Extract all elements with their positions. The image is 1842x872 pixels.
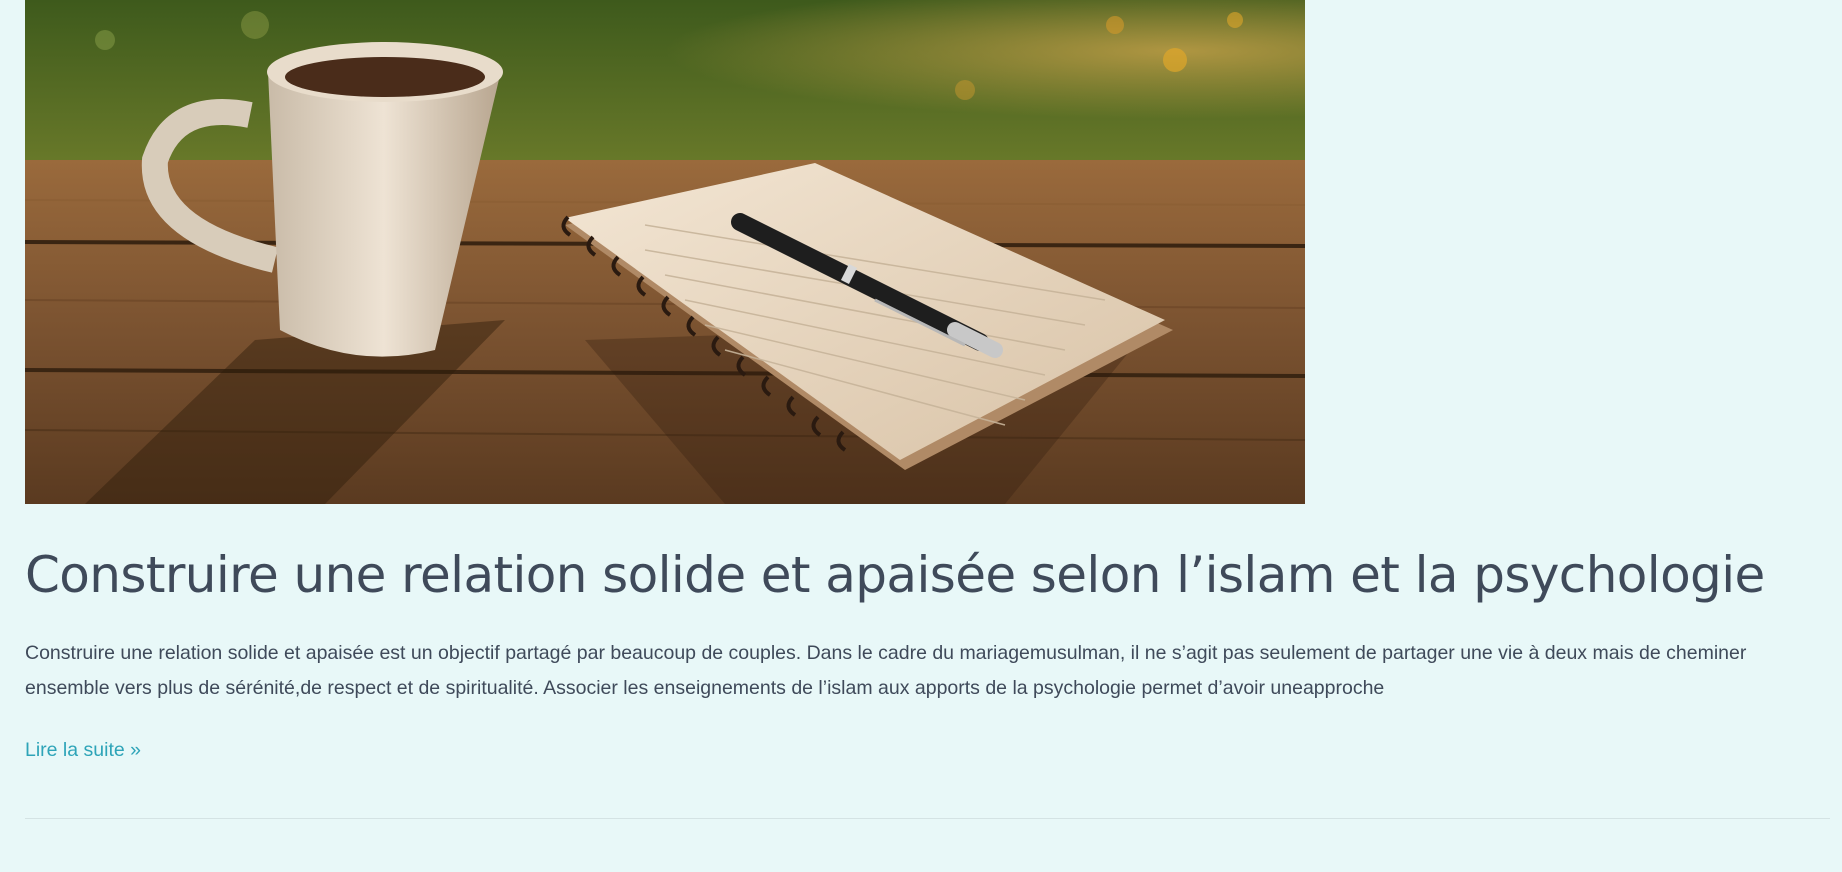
read-more-link[interactable]: Lire la suite » <box>25 735 141 765</box>
post-divider <box>25 818 1830 819</box>
post-title[interactable]: Construire une relation solide et apaisé… <box>25 542 1831 608</box>
post-featured-image-link[interactable] <box>25 0 1305 504</box>
post-excerpt: Construire une relation solide et apaisé… <box>25 642 1747 699</box>
coffee-notebook-image <box>25 0 1305 504</box>
blog-post-card: Construire une relation solide et apaisé… <box>25 0 1831 765</box>
